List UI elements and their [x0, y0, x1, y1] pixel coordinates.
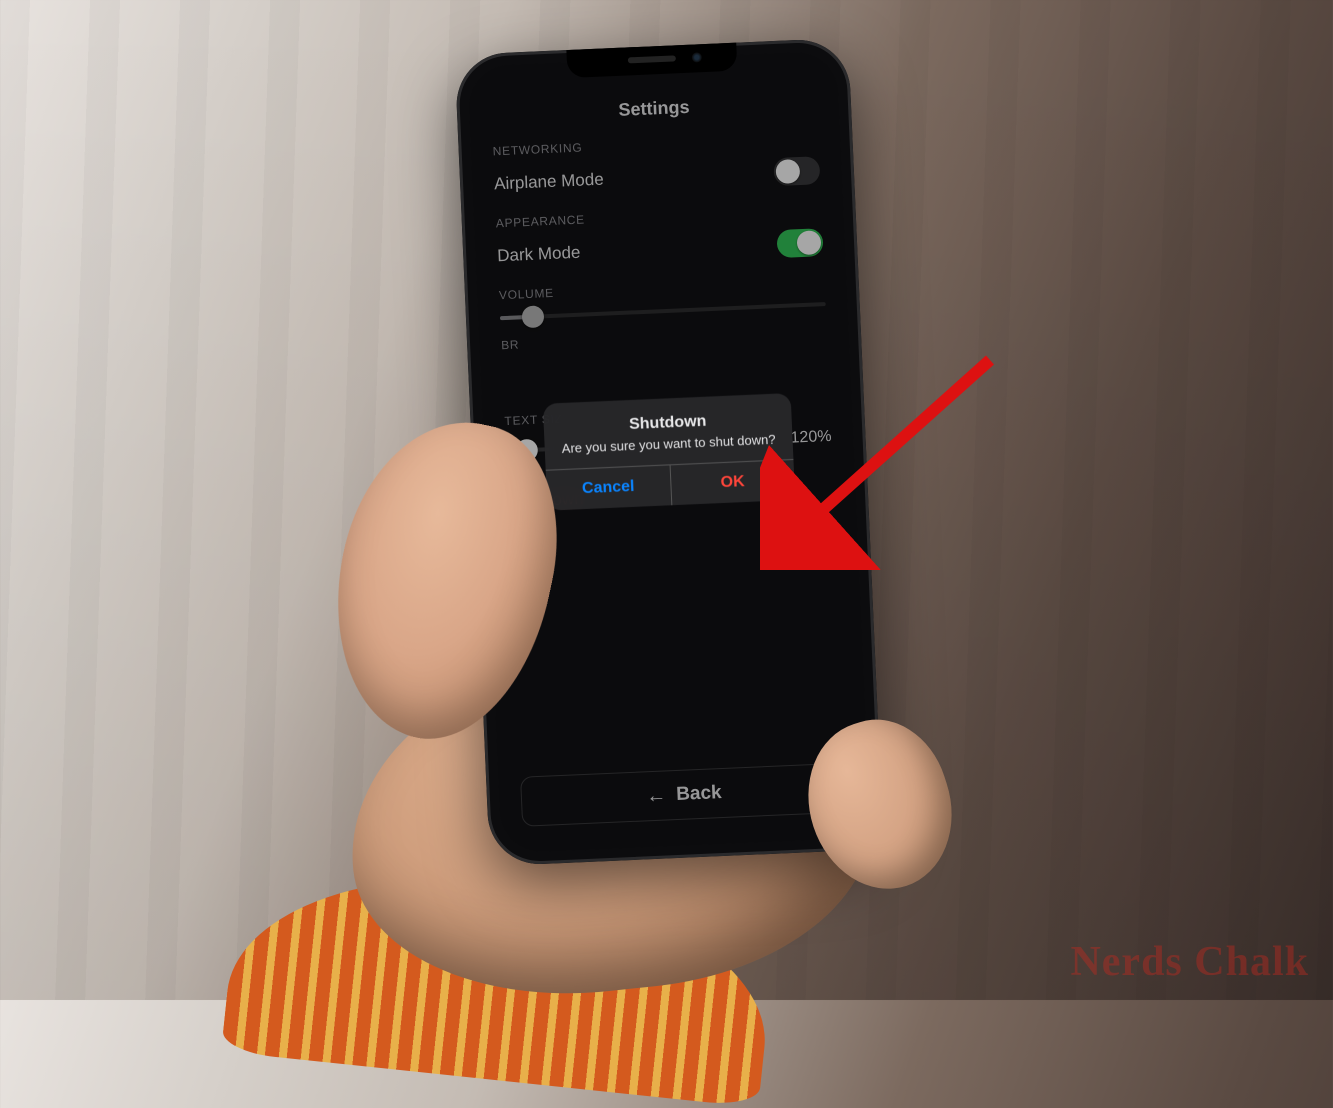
shutdown-alert: Shutdown Are you sure you want to shut d…	[543, 393, 795, 511]
alert-ok-button[interactable]: OK	[670, 460, 795, 505]
alert-cancel-button[interactable]: Cancel	[546, 466, 672, 511]
watermark: Nerds Chalk	[1070, 938, 1309, 986]
